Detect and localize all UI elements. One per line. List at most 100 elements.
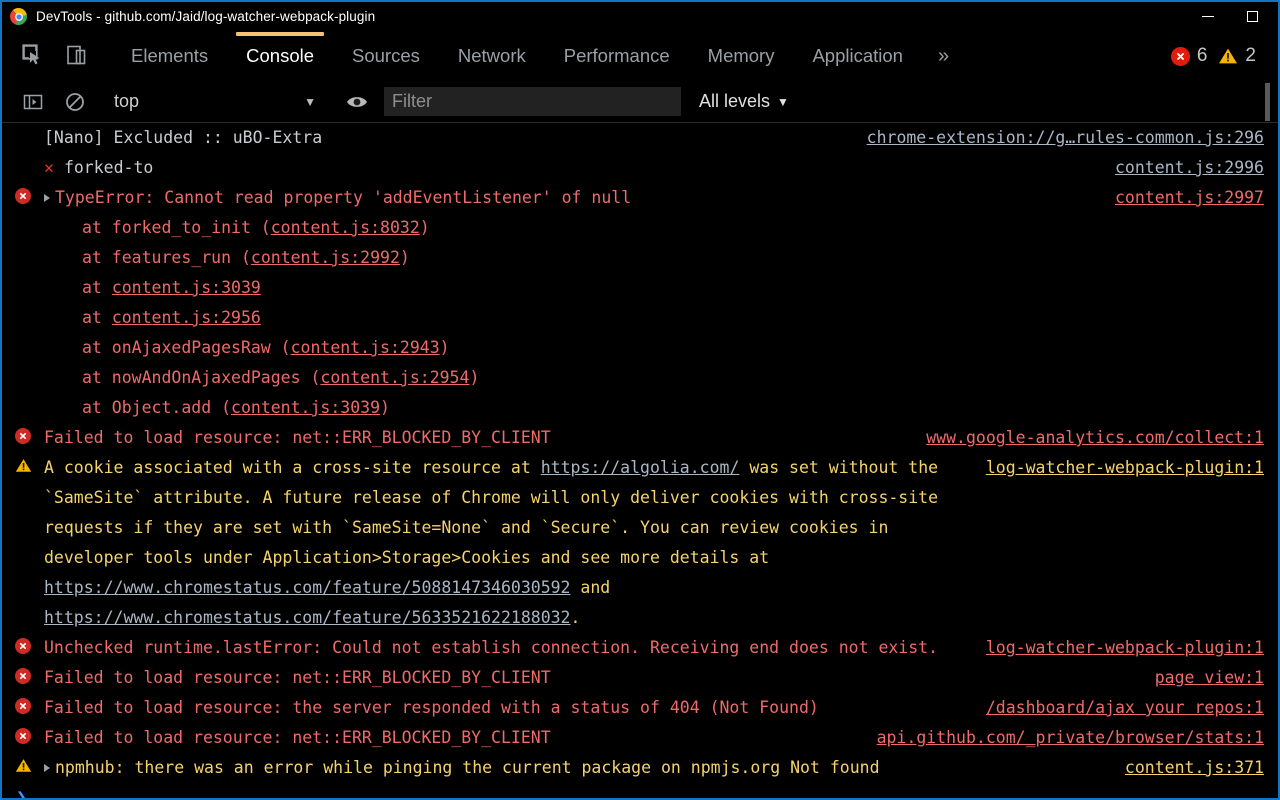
device-toolbar-icon[interactable]	[56, 31, 100, 81]
console-prompt[interactable]: ❯	[2, 783, 1278, 798]
console-message-text: Failed to load resource: net::ERR_BLOCKE…	[44, 663, 1155, 693]
tab-application[interactable]: Application	[793, 31, 922, 81]
tab-memory[interactable]: Memory	[689, 31, 794, 81]
stack-frame-link[interactable]: content.js:3039	[112, 278, 261, 297]
stack-frame: at Object.add (content.js:3039)	[44, 393, 1105, 423]
stack-frame-prefix: at Object.add (	[82, 398, 231, 417]
execution-context-selector[interactable]: top ▼	[96, 81, 336, 123]
console-message-text: [Nano] Excluded :: uBO-Extra	[44, 123, 867, 153]
tab-elements[interactable]: Elements	[112, 31, 227, 81]
panel-tabbar: Elements Console Sources Network Perform…	[2, 31, 1278, 81]
warning-count[interactable]: 2	[1245, 45, 1256, 67]
inline-link[interactable]: https://www.chromestatus.com/feature/508…	[44, 578, 571, 597]
console-message-row[interactable]: Failed to load resource: net::ERR_BLOCKE…	[2, 423, 1278, 453]
stack-frame-link[interactable]: content.js:2992	[251, 248, 400, 267]
message-source-link[interactable]: api.github.com/_private/browser/stats:1	[877, 723, 1264, 753]
stack-frame-suffix: )	[400, 248, 410, 267]
log-level-selector[interactable]: All levels ▼	[699, 91, 789, 112]
inline-link[interactable]: https://algolia.com/	[541, 458, 740, 477]
stack-frame-link[interactable]: content.js:2956	[112, 308, 261, 327]
message-body: Failed to load resource: net::ERR_BLOCKE…	[44, 728, 551, 747]
console-message-row[interactable]: ✕forked-tocontent.js:2996	[2, 153, 1278, 183]
titlebar: DevTools - github.com/Jaid/log-watcher-w…	[2, 2, 1278, 31]
message-fragment: .	[571, 608, 581, 627]
inspect-element-icon[interactable]	[12, 31, 56, 81]
message-level-gutter	[2, 663, 44, 693]
stack-frame-suffix: )	[380, 398, 390, 417]
stack-frame-prefix: at	[82, 278, 112, 297]
error-circle-icon	[15, 668, 31, 684]
error-count[interactable]: 6	[1197, 45, 1208, 67]
error-circle-icon	[15, 728, 31, 744]
maximize-button[interactable]	[1230, 2, 1274, 31]
error-circle-icon	[15, 188, 31, 204]
console-message-list[interactable]: [Nano] Excluded :: uBO-Extra chrome-exten…	[2, 123, 1278, 798]
stack-frame: at nowAndOnAjaxedPages (content.js:2954)	[44, 363, 1105, 393]
minimize-button[interactable]	[1186, 2, 1230, 31]
more-tabs-chevron-icon[interactable]: »	[922, 31, 965, 81]
issue-counters: 6 2	[1171, 31, 1260, 81]
tab-label: Application	[812, 45, 903, 67]
message-source-link[interactable]: content.js:2996	[1115, 153, 1264, 183]
message-body: [Nano] Excluded :: uBO-Extra	[44, 128, 322, 147]
stack-frame: at content.js:3039	[44, 273, 1105, 303]
message-source-link[interactable]: content.js:2997	[1115, 183, 1264, 213]
tab-console[interactable]: Console	[227, 31, 333, 81]
message-level-gutter	[2, 423, 44, 453]
filter-input[interactable]	[384, 87, 681, 116]
live-expression-eye-icon[interactable]	[336, 81, 378, 123]
stack-frame-link[interactable]: content.js:2954	[320, 368, 469, 387]
message-source-link[interactable]: page view:1	[1155, 663, 1264, 693]
tab-performance[interactable]: Performance	[545, 31, 689, 81]
message-body: Failed to load resource: the server resp…	[44, 698, 819, 717]
console-message-row[interactable]: Failed to load resource: net::ERR_BLOCKE…	[2, 723, 1278, 753]
error-circle-icon	[15, 428, 31, 444]
warning-triangle-icon[interactable]	[1218, 47, 1238, 66]
chevron-down-icon: ▼	[304, 95, 316, 109]
message-source-link[interactable]: www.google-analytics.com/collect:1	[926, 423, 1264, 453]
tab-list: Elements Console Sources Network Perform…	[112, 31, 965, 81]
tab-network[interactable]: Network	[439, 31, 545, 81]
console-message-row[interactable]: TypeError: Cannot read property 'addEven…	[2, 183, 1278, 423]
console-message-row[interactable]: Failed to load resource: the server resp…	[2, 693, 1278, 723]
window-title: DevTools - github.com/Jaid/log-watcher-w…	[36, 9, 375, 24]
message-level-gutter	[2, 753, 44, 783]
stack-frame-prefix: at onAjaxedPagesRaw (	[82, 338, 291, 357]
message-source-link[interactable]: /dashboard/ajax your repos:1	[986, 693, 1264, 723]
stack-frame: at forked_to_init (content.js:8032)	[44, 213, 1105, 243]
console-message-row[interactable]: Unchecked runtime.lastError: Could not e…	[2, 633, 1278, 663]
expand-arrow-icon[interactable]	[44, 764, 50, 772]
tab-sources[interactable]: Sources	[333, 31, 439, 81]
message-source-link[interactable]: log-watcher-webpack-plugin:1	[986, 633, 1264, 663]
toolbar-scrollbar[interactable]	[1265, 83, 1270, 121]
console-message-row[interactable]: [Nano] Excluded :: uBO-Extra chrome-exten…	[2, 123, 1278, 153]
message-body: npmhub: there was an error while pinging…	[55, 758, 880, 777]
console-message-text: npmhub: there was an error while pinging…	[44, 753, 1125, 783]
console-message-row[interactable]: npmhub: there was an error while pinging…	[2, 753, 1278, 783]
stack-frame-link[interactable]: content.js:2943	[291, 338, 440, 357]
stack-frame-link[interactable]: content.js:8032	[271, 218, 420, 237]
tab-label: Network	[458, 45, 526, 67]
warning-triangle-icon	[15, 758, 32, 773]
message-level-gutter	[2, 723, 44, 753]
stack-frame-suffix: )	[420, 218, 430, 237]
console-message-text: ✕forked-to	[44, 153, 1115, 183]
expand-arrow-icon[interactable]	[44, 194, 50, 202]
stack-frame: at onAjaxedPagesRaw (content.js:2943)	[44, 333, 1105, 363]
error-circle-icon	[15, 638, 31, 654]
console-message-row[interactable]: A cookie associated with a cross-site re…	[2, 453, 1278, 633]
message-source-link[interactable]: chrome-extension://g…rules-common.js:296	[867, 123, 1264, 153]
console-toolbar: top ▼ All levels ▼	[2, 81, 1278, 123]
stack-frame-link[interactable]: content.js:3039	[231, 398, 380, 417]
message-source-link[interactable]: log-watcher-webpack-plugin:1	[986, 453, 1264, 483]
console-sidebar-icon[interactable]	[12, 81, 54, 123]
stack-frame-prefix: at features_run (	[82, 248, 251, 267]
clear-console-icon[interactable]	[54, 81, 96, 123]
console-message-row[interactable]: Failed to load resource: net::ERR_BLOCKE…	[2, 663, 1278, 693]
inline-link[interactable]: https://www.chromestatus.com/feature/563…	[44, 608, 571, 627]
message-level-gutter	[2, 453, 44, 483]
message-source-link[interactable]: content.js:371	[1125, 753, 1264, 783]
message-level-gutter	[2, 183, 44, 213]
stack-frame-suffix: )	[440, 338, 450, 357]
error-circle-icon[interactable]	[1171, 47, 1190, 66]
